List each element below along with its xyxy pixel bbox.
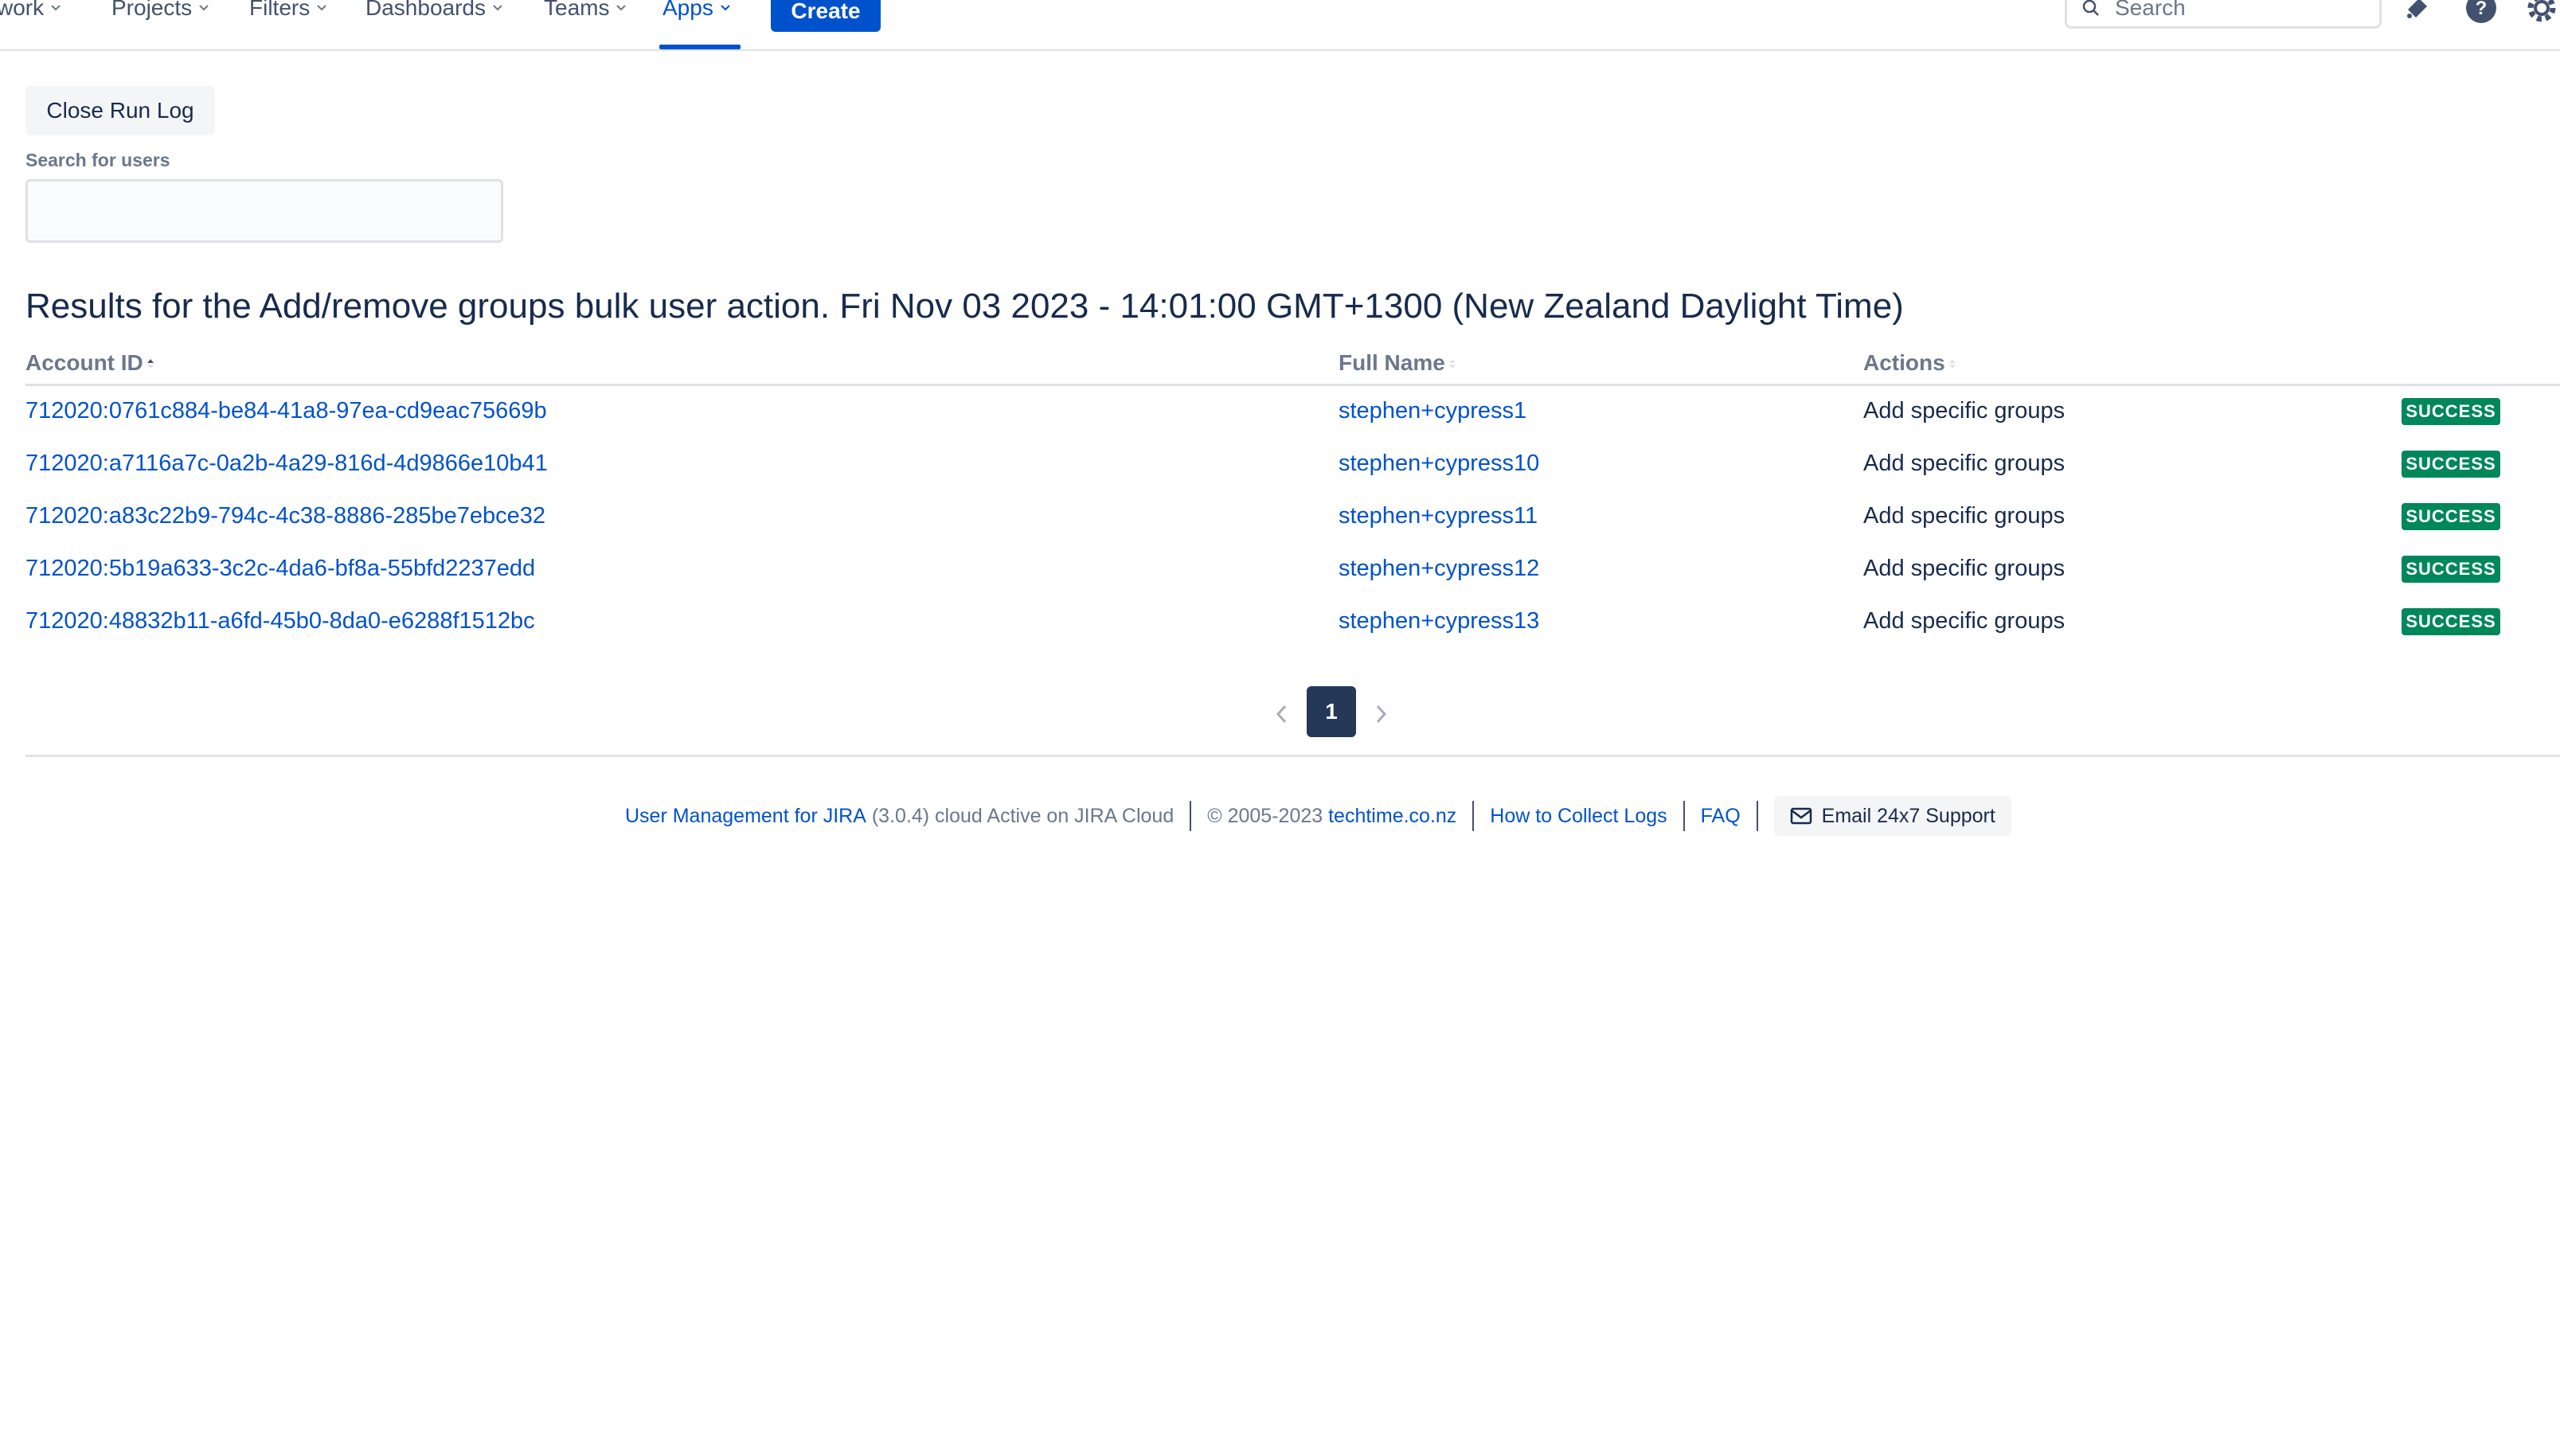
- full-name-link[interactable]: stephen+cypress13: [1339, 608, 1539, 634]
- chevron-down-icon: [493, 5, 502, 11]
- version-text: (3.0.4) cloud Active on JIRA Cloud: [871, 804, 1174, 827]
- chevron-left-icon: [1276, 705, 1287, 724]
- account-id-link[interactable]: 712020:48832b11-a6fd-45b0-8da0-e6288f151…: [25, 608, 535, 634]
- status-badge: SUCCESS: [2402, 556, 2500, 583]
- global-search[interactable]: [2065, 0, 2382, 29]
- nav-your-work[interactable]: work: [0, 0, 61, 24]
- chevron-down-icon: [616, 5, 627, 11]
- account-id-link[interactable]: 712020:5b19a633-3c2c-4da6-bf8a-55bfd2237…: [25, 556, 535, 582]
- column-header-account-id[interactable]: Account ID: [25, 350, 154, 376]
- action-text: Add specific groups: [1863, 451, 2066, 476]
- chevron-right-icon: [1376, 705, 1387, 724]
- status-badge: SUCCESS: [2402, 503, 2500, 530]
- nav-label: Teams: [544, 0, 610, 20]
- full-name-link[interactable]: stephen+cypress11: [1339, 503, 1538, 529]
- status-badge: SUCCESS: [2402, 608, 2500, 635]
- close-run-log-button[interactable]: Close Run Log: [25, 86, 215, 135]
- footer-divider: [25, 755, 2560, 757]
- column-header-actions[interactable]: Actions: [1863, 350, 1956, 376]
- full-name-link[interactable]: stephen+cypress1: [1339, 398, 1526, 424]
- sort-ascending-icon: [147, 359, 154, 369]
- footer-separator: [1683, 801, 1685, 831]
- page-title: Results for the Add/remove groups bulk u…: [25, 287, 1904, 326]
- user-search-input[interactable]: [25, 179, 503, 243]
- column-header-label: Actions: [1863, 350, 1945, 375]
- faq-link[interactable]: FAQ: [1701, 805, 1741, 828]
- nav-projects[interactable]: Projects: [111, 0, 209, 24]
- svg-text:?: ?: [2476, 0, 2488, 19]
- chevron-down-icon: [199, 5, 209, 11]
- help-icon[interactable]: ?: [2464, 0, 2499, 25]
- notification-icon[interactable]: [2400, 0, 2435, 25]
- footer-separator: [1756, 801, 1758, 831]
- company-link[interactable]: techtime.co.nz: [1328, 805, 1456, 828]
- chevron-down-icon: [51, 5, 61, 11]
- action-text: Add specific groups: [1863, 398, 2066, 424]
- settings-icon[interactable]: [2524, 0, 2559, 25]
- chevron-down-icon: [721, 5, 730, 11]
- action-text: Add specific groups: [1863, 608, 2066, 634]
- account-id-link[interactable]: 712020:0761c884-be84-41a8-97ea-cd9eac756…: [25, 398, 547, 424]
- nav-apps[interactable]: Apps: [662, 0, 731, 24]
- column-header-label: Account ID: [25, 350, 143, 375]
- nav-label: Dashboards: [365, 0, 486, 20]
- sort-icon: [1448, 359, 1456, 369]
- copyright-text: © 2005-2023: [1207, 804, 1323, 827]
- nav-label: work: [0, 0, 45, 20]
- footer-separator: [1190, 801, 1192, 831]
- status-badge: SUCCESS: [2402, 398, 2500, 425]
- app-name-link[interactable]: User Management for JIRA: [625, 805, 866, 828]
- search-users-label: Search for users: [25, 150, 170, 170]
- status-badge: SUCCESS: [2402, 451, 2500, 478]
- page-number-current[interactable]: 1: [1307, 686, 1356, 737]
- full-name-link[interactable]: stephen+cypress10: [1339, 451, 1539, 477]
- action-text: Add specific groups: [1863, 556, 2066, 581]
- nav-teams[interactable]: Teams: [544, 0, 627, 24]
- column-header-full-name[interactable]: Full Name: [1339, 350, 1456, 376]
- mail-icon: [1790, 807, 1812, 825]
- next-page-button[interactable]: [1365, 694, 1397, 734]
- active-tab-indicator: [659, 45, 741, 49]
- email-support-label: Email 24x7 Support: [1821, 804, 1995, 827]
- nav-label: Apps: [662, 0, 713, 20]
- sort-icon: [1948, 359, 1956, 369]
- footer: User Management for JIRA (3.0.4) cloud A…: [625, 796, 2011, 836]
- previous-page-button[interactable]: [1266, 694, 1298, 734]
- nav-label: Filters: [249, 0, 311, 20]
- search-icon: [2082, 0, 2099, 16]
- account-id-link[interactable]: 712020:a7116a7c-0a2b-4a29-816d-4d9866e10…: [25, 451, 548, 477]
- email-support-button[interactable]: Email 24x7 Support: [1773, 796, 2011, 836]
- nav-filters[interactable]: Filters: [249, 0, 327, 24]
- nav-label: Projects: [111, 0, 193, 20]
- footer-separator: [1472, 801, 1475, 831]
- create-button[interactable]: Create: [771, 0, 881, 32]
- column-header-label: Full Name: [1339, 350, 1445, 375]
- collect-logs-link[interactable]: How to Collect Logs: [1490, 805, 1667, 828]
- top-navigation: work Projects Filters Dashboards Teams A…: [0, 0, 2560, 51]
- chevron-down-icon: [317, 5, 326, 11]
- full-name-link[interactable]: stephen+cypress12: [1339, 556, 1539, 582]
- table-header-divider: [25, 384, 2560, 386]
- nav-dashboards[interactable]: Dashboards: [365, 0, 503, 24]
- account-id-link[interactable]: 712020:a83c22b9-794c-4c38-8886-285be7ebc…: [25, 503, 545, 529]
- global-search-input[interactable]: [2115, 0, 2354, 21]
- action-text: Add specific groups: [1863, 503, 2066, 529]
